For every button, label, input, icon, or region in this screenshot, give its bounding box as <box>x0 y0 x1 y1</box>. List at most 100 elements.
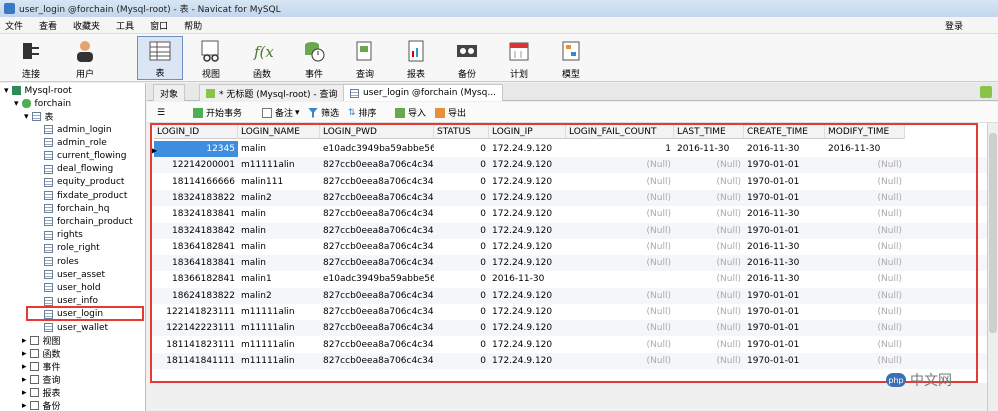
backup-button[interactable]: 备份 <box>444 36 490 80</box>
grid-cell[interactable]: 181141823111 <box>154 337 238 353</box>
login-link[interactable]: 登录 <box>945 19 963 32</box>
grid-cell[interactable]: 2016-11-30 <box>744 206 825 222</box>
grid-cell[interactable]: malin2 <box>238 190 320 206</box>
grid-cell[interactable]: 0 <box>434 157 489 173</box>
grid-cell[interactable]: 2016-11-30 <box>744 239 825 255</box>
grid-cell[interactable]: 2016-11-30 <box>674 141 744 157</box>
collapse-arrow-icon[interactable]: ▾ <box>24 112 29 122</box>
grid-cell[interactable]: (Null) <box>566 353 674 369</box>
filter-button[interactable]: 筛选 <box>308 106 339 119</box>
grid-cell[interactable]: malin <box>238 223 320 239</box>
table-row[interactable]: 181141823111 m11111alin 827ccb0eea8a706c4c… <box>150 337 987 353</box>
grid-cell[interactable]: malin <box>238 206 320 222</box>
grid-cell[interactable]: 1970-01-01 <box>744 320 825 336</box>
tree-tables-group[interactable]: ▾ 表 <box>24 110 54 124</box>
column-header-login-name[interactable]: LOGIN_NAME <box>238 125 320 139</box>
table-row[interactable]: 122142223111 m11111alin 827ccb0eea8a706c4c… <box>150 320 987 337</box>
grid-cell[interactable]: 2016-11-30 <box>489 271 566 287</box>
grid-cell[interactable]: 1970-01-01 <box>744 288 825 304</box>
grid-cell[interactable]: 172.24.9.120 <box>489 320 566 336</box>
table-row[interactable]: 18366182841 malin1 e10adc3949ba59abbe56e 0 2… <box>150 271 987 287</box>
grid-cell[interactable]: 18324183841 <box>154 206 238 222</box>
grid-cell[interactable]: 0 <box>434 320 489 336</box>
memo-button[interactable]: 备注 ▾ <box>262 106 300 119</box>
grid-cell[interactable]: (Null) <box>674 206 744 222</box>
sidebar-table-role-right[interactable]: role_right <box>44 242 100 255</box>
expand-arrow-icon[interactable]: ▸ <box>22 362 27 372</box>
navigation-tree[interactable]: ▾ Mysql-root ▾ forchain ▾ 表 admin_login a… <box>0 83 146 411</box>
sidebar-table-forchain-product[interactable]: forchain_product <box>44 215 133 228</box>
grid-cell[interactable]: 172.24.9.120 <box>489 239 566 255</box>
grid-cell[interactable]: 827ccb0eea8a706c4c34a1 <box>320 320 434 336</box>
sidebar-table-fixdate-product[interactable]: fixdate_product <box>44 189 127 202</box>
column-header-create-time[interactable]: CREATE_TIME <box>744 125 825 139</box>
tree-database[interactable]: ▾ forchain <box>14 97 71 110</box>
table-row[interactable]: 181141841111 m11111alin 827ccb0eea8a706c4c… <box>150 352 987 369</box>
grid-cell[interactable]: 827ccb0eea8a706c4c34a1 <box>320 157 434 173</box>
grid-cell[interactable]: m11111alin <box>238 320 320 336</box>
grid-cell[interactable]: (Null) <box>674 337 744 353</box>
grid-cell[interactable]: m11111alin <box>238 353 320 369</box>
begin-transaction-button[interactable]: 开始事务 <box>193 106 242 119</box>
grid-cell[interactable]: 0 <box>434 223 489 239</box>
grid-cell[interactable]: 18114166666 <box>154 174 238 190</box>
grid-cell[interactable] <box>566 271 674 287</box>
tab-menu-icon[interactable] <box>980 86 992 98</box>
grid-cell[interactable]: e10adc3949ba59abbe56e <box>320 271 434 287</box>
grid-cell[interactable]: (Null) <box>825 288 905 304</box>
menu-window[interactable]: 窗口 <box>150 19 168 32</box>
expand-arrow-icon[interactable]: ▸ <box>22 349 27 359</box>
grid-cell[interactable]: (Null) <box>566 174 674 190</box>
model-button[interactable]: 模型 <box>548 36 594 80</box>
grid-cell[interactable]: 18364182841 <box>154 239 238 255</box>
table-row[interactable]: 122141823111 m11111alin 827ccb0eea8a706c4c… <box>150 304 987 320</box>
column-header-login-fail-count[interactable]: LOGIN_FAIL_COUNT <box>566 125 674 139</box>
view-button[interactable]: 视图 <box>188 36 234 80</box>
grid-cell[interactable]: malin <box>238 239 320 255</box>
grid-cell[interactable]: (Null) <box>566 239 674 255</box>
grid-cell[interactable]: 1970-01-01 <box>744 223 825 239</box>
import-button[interactable]: 导入 <box>395 106 426 119</box>
expand-arrow-icon[interactable]: ▸ <box>22 375 27 385</box>
grid-cell[interactable]: 18624183822 <box>154 288 238 304</box>
table-row[interactable]: 18324183822 malin2 827ccb0eea8a706c4c34a1 0… <box>150 189 987 206</box>
table-row[interactable]: 12214200001 m11111alin 827ccb0eea8a706c4c3… <box>150 157 987 174</box>
grid-cell[interactable]: 18324183842 <box>154 223 238 239</box>
column-header-login-ip[interactable]: LOGIN_IP <box>489 125 566 139</box>
tab-user-login[interactable]: user_login @forchain (Mysq... <box>343 84 503 101</box>
hamburger-menu-icon[interactable]: ☰ <box>157 106 165 119</box>
grid-cell[interactable]: 827ccb0eea8a706c4c34a1 <box>320 353 434 369</box>
function-button[interactable]: f(x) 函数 <box>239 36 285 80</box>
grid-cell[interactable]: (Null) <box>674 190 744 206</box>
grid-cell[interactable]: (Null) <box>825 353 905 369</box>
sidebar-group-5[interactable]: ▸ 备份 <box>22 399 61 411</box>
grid-cell[interactable]: 18364183841 <box>154 255 238 271</box>
sort-button[interactable]: ⇅ 排序 <box>348 106 377 120</box>
grid-cell[interactable]: 0 <box>434 288 489 304</box>
table-row[interactable]: 18324183842 malin 827ccb0eea8a706c4c34a1 0 1… <box>150 222 987 239</box>
grid-cell[interactable]: 1970-01-01 <box>744 190 825 206</box>
grid-cell[interactable]: 0 <box>434 206 489 222</box>
grid-cell[interactable]: 172.24.9.120 <box>489 255 566 271</box>
grid-cell[interactable]: (Null) <box>674 320 744 336</box>
sidebar-table-equity-product[interactable]: equity_product <box>44 176 124 189</box>
grid-cell[interactable]: 172.24.9.120 <box>489 337 566 353</box>
menu-help[interactable]: 帮助 <box>184 19 202 32</box>
grid-cell[interactable]: 827ccb0eea8a706c4c34a1 <box>320 288 434 304</box>
grid-cell[interactable]: 0 <box>434 174 489 190</box>
menu-view[interactable]: 查看 <box>39 19 57 32</box>
grid-cell[interactable]: 827ccb0eea8a706c4c34a1 <box>320 174 434 190</box>
grid-cell[interactable]: (Null) <box>566 223 674 239</box>
grid-cell[interactable]: 1970-01-01 <box>744 157 825 173</box>
sidebar-table-forchain-hq[interactable]: forchain_hq <box>44 202 109 215</box>
grid-cell[interactable]: (Null) <box>566 157 674 173</box>
grid-cell[interactable]: 2016-11-30 <box>825 141 905 157</box>
sidebar-table-rights[interactable]: rights <box>44 229 83 242</box>
grid-cell[interactable]: 172.24.9.120 <box>489 223 566 239</box>
sidebar-table-admin-login[interactable]: admin_login <box>44 123 112 136</box>
grid-cell[interactable]: 172.24.9.120 <box>489 206 566 222</box>
vertical-scrollbar[interactable] <box>987 123 998 411</box>
grid-cell[interactable]: m11111alin <box>238 337 320 353</box>
grid-cell[interactable]: m11111alin <box>238 157 320 173</box>
grid-cell[interactable]: 172.24.9.120 <box>489 157 566 173</box>
